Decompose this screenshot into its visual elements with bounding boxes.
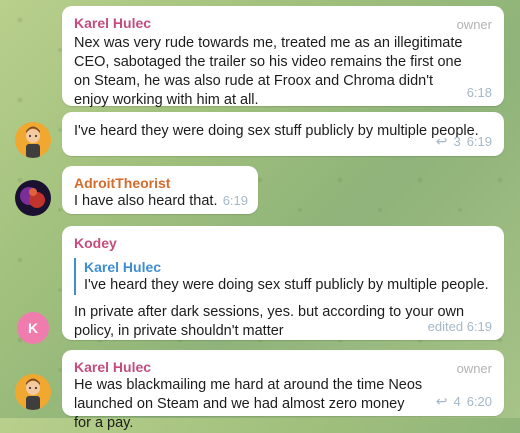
quote-sender: Karel Hulec: [84, 259, 162, 275]
quote-text: I've heard they were doing sex stuff pub…: [84, 277, 489, 293]
reply-quote[interactable]: Karel Hulec I've heard they were doing s…: [74, 258, 494, 295]
message-text: He was blackmailing me hard at around th…: [74, 377, 423, 431]
reply-arrow-icon[interactable]: ↩: [436, 393, 448, 410]
sender-name[interactable]: Karel Hulec: [74, 14, 494, 32]
sender-name[interactable]: Karel Hulec: [74, 358, 494, 376]
message-text: I've heard they were doing sex stuff pub…: [74, 123, 479, 139]
owner-badge: owner: [456, 17, 492, 32]
owner-badge: owner: [456, 361, 492, 376]
message-meta: 6:18: [467, 85, 492, 100]
message-meta: ↩ 3 6:19: [436, 133, 492, 150]
message-bubble[interactable]: AdroitTheorist I have also heard that. 6…: [62, 166, 258, 214]
reply-count[interactable]: 4: [453, 394, 460, 409]
reply-arrow-icon[interactable]: ↩: [436, 133, 448, 150]
message-bubble[interactable]: Kodey Karel Hulec I've heard they were d…: [62, 226, 504, 340]
sender-name[interactable]: Kodey: [74, 234, 494, 252]
reply-count[interactable]: 3: [453, 134, 460, 149]
message-time: 6:18: [466, 85, 492, 100]
message-time: 6:19: [222, 193, 248, 208]
message-bubble[interactable]: Karel Hulec owner Nex was very rude towa…: [62, 6, 504, 108]
avatar-adroit-icon: [15, 180, 51, 216]
message-time: 6:19: [466, 134, 492, 149]
avatar[interactable]: [15, 180, 51, 216]
message-meta: 6:19: [223, 193, 248, 208]
message-bubble[interactable]: Karel Hulec owner He was blackmailing me…: [62, 350, 504, 431]
avatar-letter: K: [27, 320, 39, 336]
message-meta: ↩ 4 6:20: [436, 393, 492, 410]
message-text: Nex was very rude towards me, treated me…: [74, 35, 463, 108]
avatar[interactable]: [15, 122, 51, 158]
avatar-karel-icon: [15, 122, 51, 158]
sender-name[interactable]: AdroitTheorist: [74, 174, 248, 192]
avatar[interactable]: K: [17, 312, 49, 344]
message-bubble[interactable]: I've heard they were doing sex stuff pub…: [62, 112, 504, 156]
avatar[interactable]: [15, 374, 51, 410]
avatar-karel-icon: [15, 374, 51, 410]
message-meta: edited 6:19: [428, 319, 492, 334]
message-time: 6:20: [466, 394, 492, 409]
message-time: edited 6:19: [427, 319, 492, 334]
